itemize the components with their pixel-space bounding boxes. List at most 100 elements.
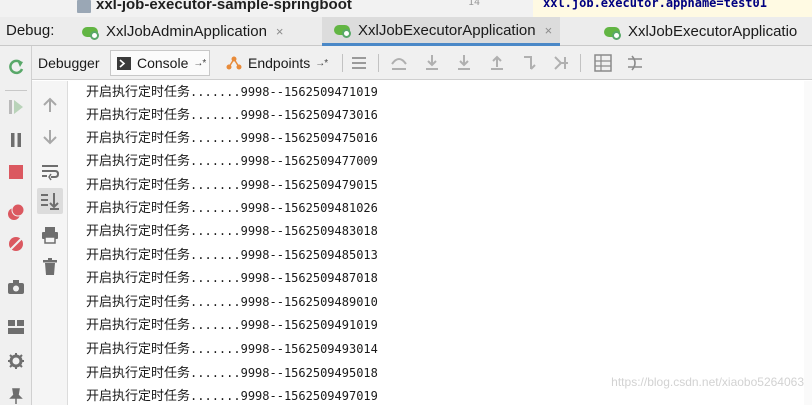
console-output[interactable]: 开启执行定时任务.......9998--1562509471019 开启执行定…: [68, 81, 812, 405]
log-value: 9998--1562509497019: [240, 389, 378, 403]
log-message: 开启执行定时任务: [86, 389, 191, 404]
pause-icon[interactable]: [7, 131, 25, 149]
console-line: 开启执行定时任务.......9998--1562509489010: [86, 291, 378, 311]
log-dots: .......: [190, 295, 241, 309]
tab-xxljobexecutorapplication-2[interactable]: XxlJobExecutorApplicatio: [604, 17, 797, 46]
console-line: 开启执行定时任务.......9998--1562509479015: [86, 174, 378, 194]
log-dots: .......: [190, 201, 241, 215]
view-breakpoints-icon[interactable]: [7, 203, 25, 221]
toolbar-divider: [580, 54, 581, 72]
console-icon: [117, 56, 131, 70]
settings-icon[interactable]: [7, 352, 25, 370]
watermark: https://blog.csdn.net/xiaobo5264063: [611, 375, 804, 389]
close-icon[interactable]: ×: [276, 24, 284, 39]
log-value: 9998--1562509471019: [240, 85, 378, 99]
log-message: 开启执行定时任务: [86, 224, 191, 239]
console-line: 开启执行定时任务.......9998--1562509487018: [86, 267, 378, 287]
scroll-to-end-icon: [41, 193, 59, 210]
force-step-into-icon[interactable]: [455, 54, 473, 72]
console-line: 开启执行定时任务.......9998--1562509485013: [86, 244, 378, 264]
pin-icon[interactable]: →*: [193, 58, 206, 69]
resume-icon[interactable]: [7, 98, 25, 116]
trash-icon[interactable]: [40, 257, 60, 277]
log-message: 开启执行定时任务: [86, 248, 191, 263]
log-message: 开启执行定时任务: [86, 342, 191, 357]
step-out-icon[interactable]: [488, 54, 506, 72]
tab-label: Endpoints: [248, 55, 311, 71]
console-line: 开启执行定时任务.......9998--1562509491019: [86, 314, 378, 334]
debug-label: Debug:: [6, 22, 55, 39]
tab-endpoints[interactable]: Endpoints →*: [222, 50, 331, 76]
log-dots: .......: [190, 131, 241, 145]
log-dots: .......: [190, 389, 241, 403]
log-value: 9998--1562509473016: [240, 108, 378, 122]
debugger-toolbar: Debugger Console →* Endpoints →*: [32, 46, 812, 80]
project-name: xxl-job-executor-sample-springboot: [96, 0, 352, 13]
log-value: 9998--1562509493014: [240, 342, 378, 356]
console-line: 开启执行定时任务.......9998--1562509477009: [86, 150, 378, 170]
log-dots: .......: [190, 342, 241, 356]
endpoints-icon: [226, 56, 242, 70]
up-arrow-icon[interactable]: [40, 95, 60, 115]
log-dots: .......: [190, 318, 241, 332]
log-message: 开启执行定时任务: [86, 366, 191, 381]
run-to-cursor-icon[interactable]: [553, 54, 571, 72]
vertical-scrollbar[interactable]: [804, 81, 812, 405]
log-dots: .......: [190, 248, 241, 262]
drop-frame-icon[interactable]: [521, 54, 539, 72]
tab-xxljobadminapplication[interactable]: XxlJobAdminApplication ×: [82, 17, 284, 46]
log-dots: .......: [190, 178, 241, 192]
line-number: 14: [468, 0, 481, 8]
rerun-icon[interactable]: [7, 58, 25, 76]
log-message: 开启执行定时任务: [86, 108, 191, 123]
print-icon[interactable]: [40, 225, 60, 245]
stop-icon[interactable]: [7, 163, 25, 181]
strip-divider: [5, 90, 27, 91]
log-value: 9998--1562509479015: [240, 178, 378, 192]
log-dots: .......: [190, 366, 241, 380]
spring-debug-icon: [604, 25, 621, 40]
code-line: xxl.job.executor.appname=test01: [543, 0, 767, 10]
evaluate-expression-icon[interactable]: [594, 54, 612, 72]
editor-code-peek: xxl.job.executor.appname=test01: [533, 0, 812, 17]
log-message: 开启执行定时任务: [86, 178, 191, 193]
step-into-icon[interactable]: [423, 54, 441, 72]
tab-console[interactable]: Console →*: [110, 50, 211, 76]
console-line: 开启执行定时任务.......9998--1562509493014: [86, 338, 378, 358]
toolbar-divider: [342, 54, 343, 72]
console-line: 开启执行定时任务.......9998--1562509481026: [86, 197, 378, 217]
tab-xxljobexecutorapplication[interactable]: XxlJobExecutorApplication ×: [322, 17, 561, 46]
log-value: 9998--1562509475016: [240, 131, 378, 145]
tab-debugger[interactable]: Debugger: [38, 50, 100, 76]
console-tools: [32, 81, 68, 405]
log-message: 开启执行定时任务: [86, 295, 191, 310]
console-line: 开启执行定时任务.......9998--1562509475016: [86, 127, 378, 147]
log-dots: .......: [190, 85, 241, 99]
log-value: 9998--1562509489010: [240, 295, 378, 309]
log-value: 9998--1562509491019: [240, 318, 378, 332]
step-over-icon[interactable]: [390, 54, 408, 72]
toolbar-divider: [378, 54, 379, 72]
show-frames-icon[interactable]: [350, 54, 368, 72]
spring-debug-icon: [334, 23, 351, 38]
debug-tab-bar: Debug: XxlJobAdminApplication × XxlJobEx…: [0, 17, 812, 46]
log-message: 开启执行定时任务: [86, 131, 191, 146]
trace-stream-icon[interactable]: [626, 54, 644, 72]
log-value: 9998--1562509485013: [240, 248, 378, 262]
log-value: 9998--1562509487018: [240, 271, 378, 285]
scroll-to-end-button[interactable]: [37, 188, 63, 214]
down-arrow-icon[interactable]: [40, 127, 60, 147]
log-value: 9998--1562509481026: [240, 201, 378, 215]
mute-breakpoints-icon[interactable]: [7, 235, 25, 253]
log-value: 9998--1562509483018: [240, 224, 378, 238]
camera-icon[interactable]: [7, 278, 25, 296]
log-message: 开启执行定时任务: [86, 201, 191, 216]
pin-icon[interactable]: →*: [315, 58, 328, 69]
restore-layout-icon[interactable]: [7, 318, 25, 336]
log-dots: .......: [190, 154, 241, 168]
pin-tab-icon[interactable]: [7, 387, 25, 405]
log-message: 开启执行定时任务: [86, 271, 191, 286]
close-icon[interactable]: ×: [545, 23, 553, 38]
log-dots: .......: [190, 224, 241, 238]
soft-wrap-icon[interactable]: [40, 161, 60, 181]
